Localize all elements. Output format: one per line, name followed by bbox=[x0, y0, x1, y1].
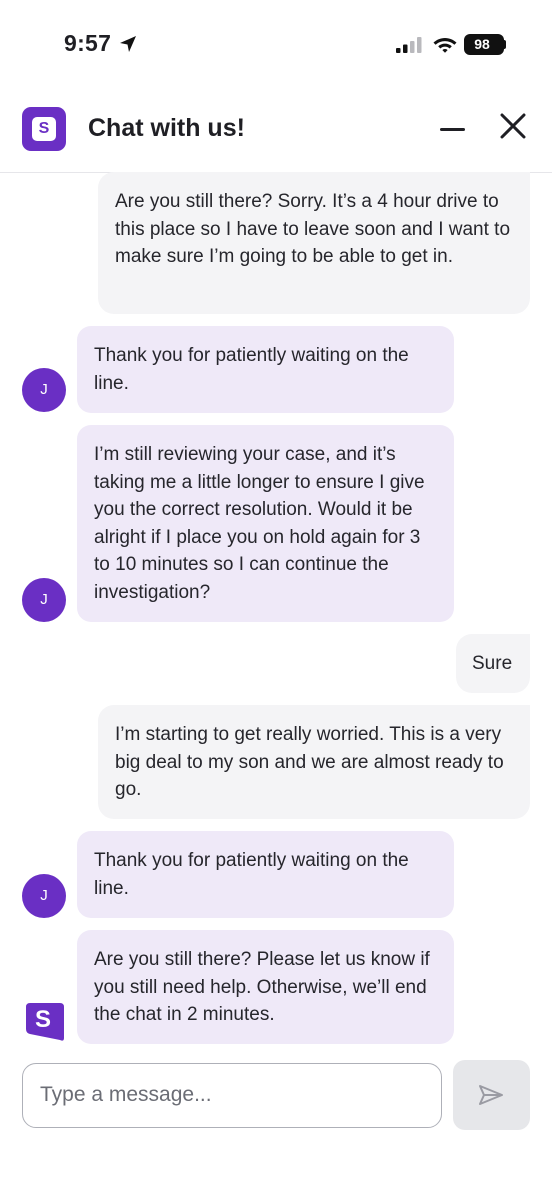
message-text: I’m still reviewing your case, and it’s … bbox=[94, 444, 425, 603]
agent-avatar: J bbox=[22, 874, 66, 918]
user-message: I’m starting to get really worried. This… bbox=[98, 705, 530, 819]
send-button[interactable] bbox=[453, 1060, 530, 1130]
battery-icon: 98 bbox=[464, 34, 504, 55]
message-text: Sure bbox=[472, 653, 513, 674]
minimize-icon bbox=[440, 128, 465, 131]
agent-message: Thank you for patiently waiting on the l… bbox=[77, 831, 454, 918]
message-text: Are you still there? Sorry. It’s a 4 hou… bbox=[115, 191, 511, 267]
send-icon bbox=[479, 1085, 503, 1105]
message-composer bbox=[22, 1063, 442, 1128]
battery-tip bbox=[503, 40, 506, 49]
agent-message: I’m still reviewing your case, and it’s … bbox=[77, 425, 454, 622]
agent-avatar: J bbox=[22, 368, 66, 412]
bot-message: Are you still there? Please let us know … bbox=[77, 930, 454, 1044]
status-time: 9:57 bbox=[64, 30, 112, 56]
user-message: Sure bbox=[456, 634, 530, 693]
message-text: I’m starting to get really worried. This… bbox=[115, 724, 504, 800]
close-icon[interactable] bbox=[497, 110, 529, 142]
location-arrow-icon bbox=[120, 36, 136, 52]
message-input[interactable] bbox=[40, 1064, 430, 1126]
message-text: Are you still there? Please let us know … bbox=[94, 949, 430, 1025]
battery-level: 98 bbox=[474, 36, 490, 52]
cellular-signal-icon bbox=[396, 37, 422, 53]
bot-avatar-letter: S bbox=[35, 1006, 52, 1033]
wifi-icon bbox=[433, 38, 457, 53]
status-bar: 9:57 98 bbox=[0, 0, 552, 90]
minimize-button[interactable] bbox=[438, 114, 468, 144]
agent-message: Thank you for patiently waiting on the l… bbox=[77, 326, 454, 413]
message-text: Thank you for patiently waiting on the l… bbox=[94, 850, 409, 899]
user-message: Are you still there? Sorry. It’s a 4 hou… bbox=[98, 172, 530, 314]
agent-avatar: J bbox=[22, 578, 66, 622]
chat-title: Chat with us! bbox=[88, 114, 245, 142]
logo-letter: S bbox=[32, 117, 56, 141]
message-text: Thank you for patiently waiting on the l… bbox=[94, 345, 409, 394]
brand-logo: S bbox=[22, 107, 66, 151]
chat-header: S Chat with us! bbox=[0, 96, 552, 173]
bot-avatar: S bbox=[24, 1002, 66, 1042]
